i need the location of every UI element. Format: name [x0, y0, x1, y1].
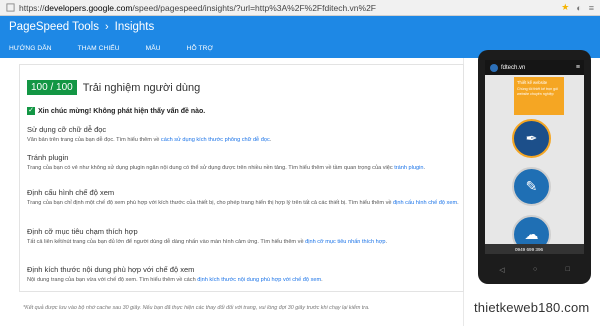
- score-row: 100 / 100 Trải nghiệm người dùng: [27, 80, 200, 95]
- popup-text: Chúng tôi thiết kế trọn gói website chuy…: [517, 87, 558, 96]
- rule-content-size: Định kích thước nội dung phù hợp với chế…: [27, 265, 459, 284]
- popup-tooltip: Thiết kế website Chúng tôi thiết kế trọn…: [514, 77, 564, 115]
- phone-nav-keys: ◁ ○ □: [485, 266, 584, 274]
- edit-icon: ✎: [512, 167, 551, 206]
- phone-hotline: 0949 699 396: [485, 244, 584, 254]
- rule-link[interactable]: định cỡ mục tiêu nhấn thích hợp: [305, 239, 385, 245]
- nav-guides[interactable]: HƯỚNG DẪN: [9, 45, 52, 52]
- rule-description: Văn bản trên trang của bạn dễ đọc. Tìm h…: [27, 137, 272, 143]
- success-message: ✓ Xin chúc mừng! Không phát hiện thấy vấ…: [27, 107, 205, 115]
- page-icon: [6, 3, 15, 12]
- hotline-number: 0949 699 396: [515, 246, 544, 252]
- phone-content: Thiết kế website Chúng tôi thiết kế trọn…: [485, 75, 584, 254]
- results-card: [19, 64, 464, 292]
- design-icon: ✒: [512, 119, 551, 158]
- watermark-brand: thietkeweb180.com: [474, 300, 590, 315]
- nav-samples[interactable]: MẪU: [146, 45, 161, 52]
- score-title: Trải nghiệm người dùng: [82, 81, 201, 94]
- bookmark-star-icon[interactable]: ★: [561, 2, 569, 13]
- popup-title: Thiết kế website: [517, 80, 548, 85]
- rule-description: Tất cả liên kết/nút trang của bạn đủ lớn…: [27, 239, 388, 245]
- rule-readable-font: Sử dụng cỡ chữ dễ đọc Văn bản trên trang…: [27, 125, 459, 144]
- rule-description: Trang của bạn có vẻ như không sử dụng pl…: [27, 165, 426, 171]
- url-text[interactable]: https://developers.google.com/speed/page…: [19, 3, 376, 13]
- rule-link[interactable]: định cấu hình chế độ xem: [393, 200, 457, 206]
- home-key-icon: ○: [532, 266, 538, 273]
- breadcrumb-separator: ›: [104, 21, 109, 33]
- rule-heading: Định cấu hình chế độ xem: [27, 188, 115, 197]
- check-icon: ✓: [27, 107, 35, 115]
- site-header: PageSpeed Tools › Insights: [0, 16, 600, 38]
- success-text: Xin chúc mừng! Không phát hiện thấy vấn …: [38, 107, 206, 115]
- rule-avoid-plugins: Tránh plugin Trang của bạn có vẻ như khô…: [27, 153, 459, 172]
- rule-tap-targets: Định cỡ mục tiêu chạm thích hợp Tất cả l…: [27, 227, 459, 246]
- rule-heading: Định kích thước nội dung phù hợp với chế…: [27, 265, 195, 274]
- section-title[interactable]: Insights: [115, 21, 155, 33]
- phone-site-header: fdtech.vn ≡: [485, 60, 584, 75]
- address-bar[interactable]: https://developers.google.com/speed/page…: [0, 0, 600, 16]
- rule-viewport: Định cấu hình chế độ xem Trang của bạn c…: [27, 188, 459, 207]
- recent-key-icon: □: [565, 266, 570, 273]
- rule-link[interactable]: tránh plugin: [394, 165, 423, 171]
- rule-link[interactable]: cách sử dụng kích thước phông chữ dễ đọc: [161, 137, 270, 143]
- site-logo-icon: [490, 63, 498, 72]
- rule-heading: Định cỡ mục tiêu chạm thích hợp: [27, 227, 138, 236]
- rule-description: Trang của bạn chỉ định một chế độ xem ph…: [27, 200, 459, 206]
- nav-support[interactable]: HỖ TRỢ: [187, 45, 214, 52]
- site-name: fdtech.vn: [501, 64, 526, 71]
- rule-heading: Sử dụng cỡ chữ dễ đọc: [27, 125, 107, 134]
- nav-reference[interactable]: THAM CHIẾU: [78, 45, 120, 52]
- score-badge: 100 / 100: [27, 80, 77, 95]
- phone-screen: fdtech.vn ≡ Thiết kế website Chúng tôi t…: [485, 60, 584, 254]
- product-title[interactable]: PageSpeed Tools: [9, 21, 99, 33]
- back-key-icon: ◁: [499, 267, 505, 274]
- extension-icon[interactable]: ◐: [576, 3, 581, 13]
- rule-heading: Tránh plugin: [27, 153, 69, 162]
- rule-link[interactable]: định kích thước nội dung phù hợp với chế…: [197, 277, 321, 283]
- hamburger-icon: ≡: [575, 64, 580, 71]
- cache-footnote: *Kết quả được lưu vào bộ nhớ cache sau 3…: [23, 305, 370, 311]
- rule-description: Nội dung trang của bạn vừa với chế độ xe…: [27, 277, 323, 283]
- menu-icon[interactable]: ≡: [589, 3, 594, 13]
